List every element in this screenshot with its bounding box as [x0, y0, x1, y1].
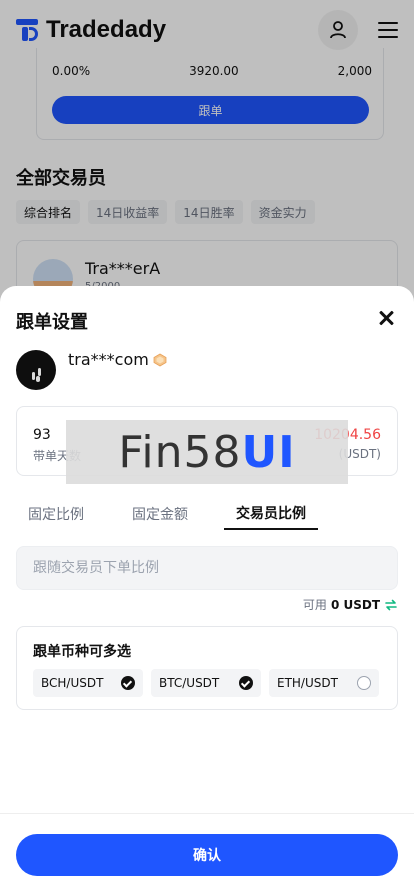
confirm-button[interactable]: 确认 — [16, 834, 398, 876]
tab-trader-ratio[interactable]: 交易员比例 — [224, 498, 318, 530]
watermark-accent: UI — [241, 426, 296, 478]
mode-tabs: 固定比例 固定金额 交易员比例 — [16, 498, 318, 530]
account-name: tra***com — [68, 350, 167, 369]
divider — [0, 813, 414, 814]
check-icon — [121, 676, 135, 690]
days-value: 93 — [33, 427, 51, 443]
ratio-input[interactable] — [16, 546, 398, 590]
close-icon[interactable] — [378, 310, 394, 326]
coin-list: BCH/USDT BTC/USDT ETH/USDT — [33, 669, 379, 697]
account-name-text: tra***com — [68, 350, 149, 369]
coin-selector: 跟单币种可多选 BCH/USDT BTC/USDT ETH/USDT — [16, 626, 398, 710]
available-label: 可用 — [302, 598, 327, 612]
available-balance: 可用 0 USDT — [303, 596, 398, 613]
watermark-logo: Fin58 UI — [66, 420, 348, 484]
check-icon — [239, 676, 253, 690]
sheet-title: 跟单设置 — [16, 312, 88, 333]
gem-icon — [153, 353, 167, 366]
avatar — [16, 350, 56, 390]
coin-option-eth[interactable]: ETH/USDT — [269, 669, 379, 697]
coin-title: 跟单币种可多选 — [33, 644, 131, 660]
coin-symbol: BCH/USDT — [41, 676, 104, 690]
tab-fixed-amount[interactable]: 固定金额 — [120, 498, 200, 530]
coin-option-bch[interactable]: BCH/USDT — [33, 669, 143, 697]
tab-fixed-ratio[interactable]: 固定比例 — [16, 498, 96, 530]
coin-symbol: BTC/USDT — [159, 676, 220, 690]
follow-settings-sheet: 跟单设置 tra***com 93 带单天数 10204.56 (USDT) 固… — [0, 286, 414, 896]
coin-symbol: ETH/USDT — [277, 676, 338, 690]
available-amount: 0 USDT — [330, 597, 380, 612]
coin-option-btc[interactable]: BTC/USDT — [151, 669, 261, 697]
watermark-text: Fin58 — [118, 426, 242, 478]
swap-icon[interactable] — [384, 598, 398, 612]
radio-icon — [357, 676, 371, 690]
